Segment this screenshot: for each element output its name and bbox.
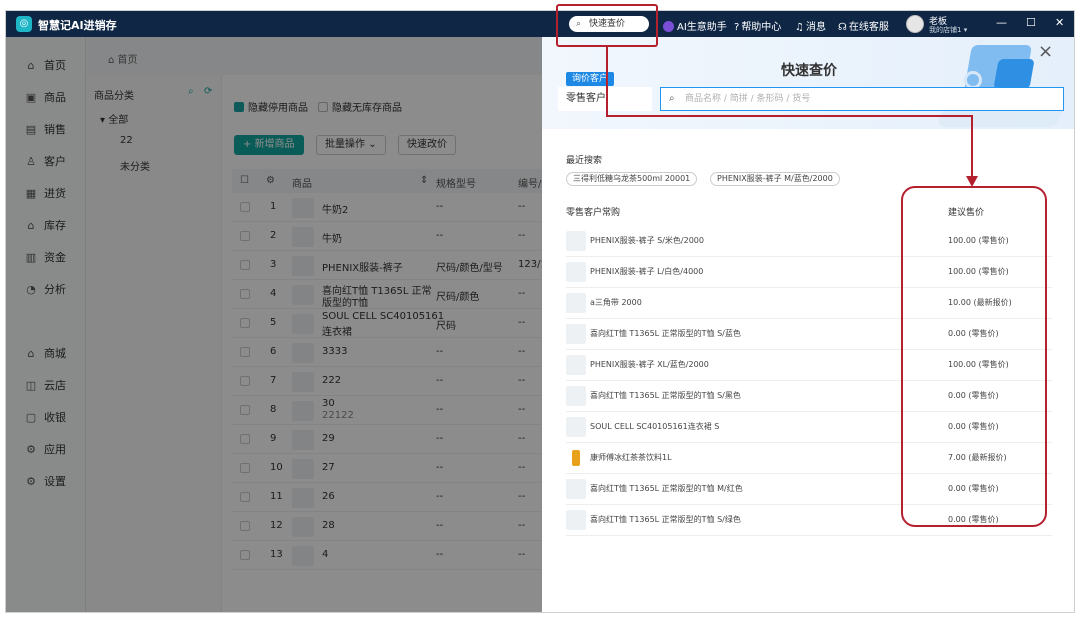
product-thumbnail <box>566 417 586 437</box>
modal-backdrop[interactable] <box>6 37 542 612</box>
product-thumbnail <box>566 386 586 406</box>
recent-search-title: 最近搜索 <box>566 156 603 166</box>
product-thumbnail <box>566 262 586 282</box>
customer-tag: 询价客户 <box>566 72 615 86</box>
online-support-button[interactable]: ☊ 在线客服 <box>838 18 889 33</box>
maximize-button[interactable]: ☐ <box>1026 16 1036 29</box>
ai-icon <box>663 21 674 32</box>
ai-assistant-button[interactable]: AI生意助手 <box>663 18 727 33</box>
avatar[interactable] <box>906 15 924 33</box>
messages-label: 消息 <box>805 22 826 33</box>
frequent-list-title: 零售客户常购 <box>566 208 621 218</box>
chevron-down-icon[interactable]: ▾ <box>964 26 968 34</box>
messages-button[interactable]: ♫ 消息 <box>795 18 826 33</box>
product-search-input[interactable]: ⌕ 商品名称 / 简拼 / 条形码 / 货号 <box>660 87 1064 111</box>
close-icon[interactable]: × <box>1038 41 1053 62</box>
annotation-highlight-quick-search <box>556 4 658 47</box>
product-thumbnail <box>566 324 586 344</box>
app-logo-icon: ◎ <box>16 16 32 32</box>
search-placeholder: 商品名称 / 简拼 / 条形码 / 货号 <box>685 94 811 104</box>
drawer-header: 快速查价 × 询价客户 零售客户 ⌕ 商品名称 / 简拼 / 条形码 / 货号 <box>542 37 1074 129</box>
product-thumbnail <box>566 231 586 251</box>
help-label: 帮助中心 <box>741 22 782 33</box>
product-thumbnail <box>566 355 586 375</box>
annotation-highlight-price-column <box>901 186 1047 527</box>
product-thumbnail <box>566 479 586 499</box>
headset-icon: ☊ <box>838 22 847 33</box>
support-label: 在线客服 <box>848 22 889 33</box>
close-window-button[interactable]: ✕ <box>1055 16 1064 29</box>
product-thumbnail <box>566 293 586 313</box>
ai-assistant-label: AI生意助手 <box>677 22 727 33</box>
drawer-title: 快速查价 <box>781 63 837 79</box>
recent-search-chip[interactable]: PHENIX服装-裤子 M/蓝色/2000 <box>710 172 840 186</box>
help-center-button[interactable]: ? 帮助中心 <box>734 18 781 33</box>
minimize-button[interactable]: — <box>996 16 1007 29</box>
title-bar: ◎ 智慧记AI进销存 ⌕ 快速查价 AI生意助手 ? 帮助中心 ♫ 消息 ☊ 在线客服… <box>6 11 1074 37</box>
user-shop[interactable]: 我的店铺1 ▾ <box>929 25 967 35</box>
product-thumbnail <box>566 510 586 530</box>
customer-select[interactable]: 零售客户 <box>558 87 652 111</box>
help-icon: ? <box>734 22 740 33</box>
search-icon: ⌕ <box>669 93 675 104</box>
bell-icon: ♫ <box>795 22 804 33</box>
drink-bottle-icon <box>566 448 586 468</box>
recent-search-chip[interactable]: 三得利低糖乌龙茶500ml 20001 <box>566 172 698 186</box>
app-title: 智慧记AI进销存 <box>38 19 117 32</box>
